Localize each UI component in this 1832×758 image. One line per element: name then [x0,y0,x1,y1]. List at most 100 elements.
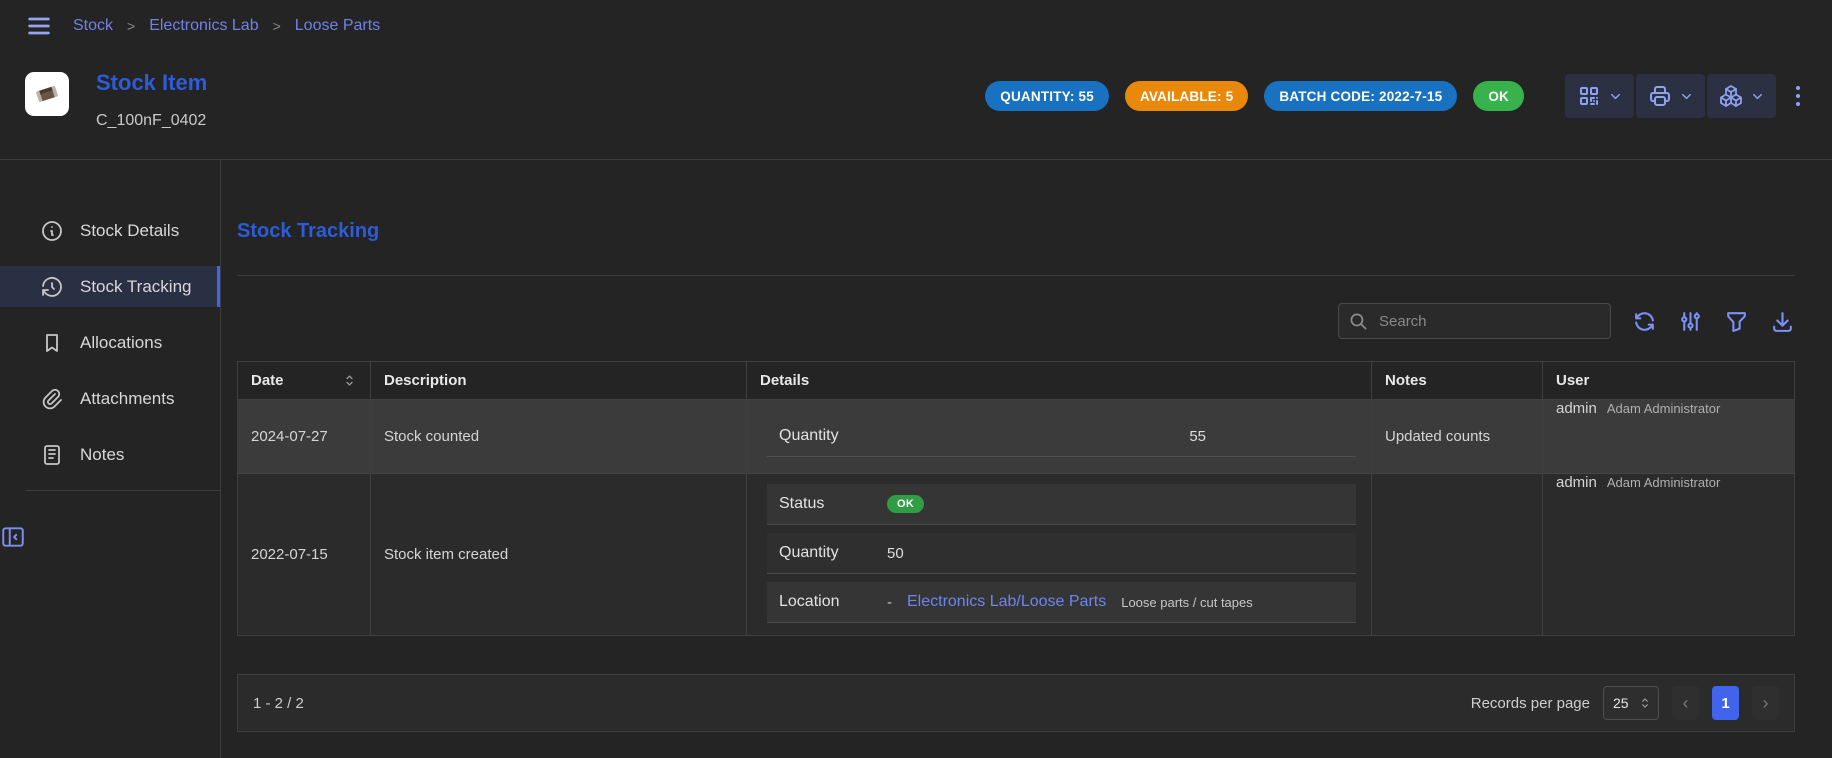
bookmark-icon [40,331,64,355]
breadcrumb-link-loose-parts[interactable]: Loose Parts [295,17,380,35]
user-full-name: Adam Administrator [1607,401,1720,416]
details-cell: Quantity 55 [746,400,1371,473]
sidebar-item-attachments[interactable]: Attachments [0,378,220,419]
sort-icon[interactable] [342,373,357,388]
page-header: Stock Item C_100nF_0402 QUANTITY: 55 AVA… [0,52,1832,160]
quantity-badge: QUANTITY: 55 [985,81,1109,111]
table-row[interactable]: 2024-07-27 Stock counted Quantity 55 Upd… [238,400,1794,473]
location-dash: - [887,594,892,611]
record-range-label: 1 - 2 / 2 [253,695,304,712]
filter-icon[interactable] [1724,309,1749,334]
user-cell: admin Adam Administrator [1542,474,1794,635]
breadcrumb-bar: Stock > Electronics Lab > Loose Parts [0,0,1832,52]
qr-code-icon [1577,84,1601,108]
download-icon[interactable] [1770,309,1795,334]
user-full-name: Adam Administrator [1607,475,1720,490]
breadcrumb-separator: > [273,18,281,34]
status-ok-badge: OK [1473,81,1524,111]
breadcrumb: Stock > Electronics Lab > Loose Parts [73,17,380,35]
detail-key: Location [767,593,887,611]
sidebar-item-notes[interactable]: Notes [0,434,220,475]
section-divider [237,275,1795,276]
column-header-description[interactable]: Description [370,362,746,399]
barcode-actions-button[interactable] [1565,74,1634,118]
table-toolbar [237,303,1795,339]
detail-key: Status [767,495,887,513]
detail-value: 50 [887,545,904,562]
records-per-page-value: 25 [1613,695,1629,711]
status-ok-mini-badge: OK [887,495,924,513]
page-1-button[interactable]: 1 [1712,686,1739,720]
detail-value: 55 [887,428,1356,445]
search-icon [1349,312,1368,331]
sidebar-item-stock-tracking[interactable]: Stock Tracking [0,266,220,307]
sidebar-divider [26,490,220,491]
sidebar-item-label: Stock Details [80,221,179,241]
table-row[interactable]: 2022-07-15 Stock item created Status OK … [238,473,1794,636]
stock-packages-icon [1719,84,1743,108]
sidebar-item-allocations[interactable]: Allocations [0,322,220,363]
selector-icon [1638,696,1652,710]
more-options-kebab-icon[interactable] [1790,82,1806,110]
info-icon [40,219,64,243]
stock-tracking-table: Date Description Details Notes User 2024… [237,361,1795,636]
sidebar-item-label: Stock Tracking [80,277,192,297]
sidebar-collapse-icon[interactable] [0,524,220,550]
user-cell: admin Adam Administrator [1542,400,1794,473]
next-page-button[interactable]: › [1752,686,1779,720]
username: admin [1556,400,1597,417]
sidebar-item-label: Attachments [80,389,175,409]
notes-cell: Updated counts [1371,400,1542,473]
pagination-bar: 1 - 2 / 2 Records per page 25 ‹ 1 › [237,674,1795,732]
chevron-down-icon [1750,89,1765,104]
refresh-icon[interactable] [1632,309,1657,334]
breadcrumb-link-stock[interactable]: Stock [73,17,113,35]
column-header-user[interactable]: User [1542,362,1794,399]
capacitor-image [27,74,67,114]
detail-key: Quantity [767,544,887,562]
details-cell: Status OK Quantity 50 Location - Electro… [746,474,1371,635]
page-subtitle: C_100nF_0402 [96,112,207,130]
adjustments-icon[interactable] [1678,309,1703,334]
detail-location-row: Location - Electronics Lab/Loose Parts L… [767,582,1356,623]
previous-page-button[interactable]: ‹ [1672,686,1699,720]
sidebar-item-stock-details[interactable]: Stock Details [0,210,220,251]
search-box [1338,303,1611,339]
column-header-date[interactable]: Date [238,362,370,399]
sidebar: Stock Details Stock Tracking Allocations… [0,160,221,758]
date-cell: 2022-07-15 [238,474,370,635]
print-actions-button[interactable] [1636,74,1705,118]
table-header-row: Date Description Details Notes User [238,361,1794,400]
paperclip-icon [40,387,64,411]
breadcrumb-separator: > [127,18,135,34]
available-badge: AVAILABLE: 5 [1125,81,1248,111]
chevron-down-icon [1679,89,1694,104]
detail-status-row: Status OK [767,484,1356,525]
breadcrumb-link-electronics-lab[interactable]: Electronics Lab [149,17,258,35]
printer-icon [1648,84,1672,108]
header-actions [1565,74,1806,118]
chevron-down-icon [1608,89,1623,104]
main-panel: Stock Tracking [221,160,1832,758]
part-thumbnail[interactable] [25,72,69,116]
page-title: Stock Item [96,70,207,96]
search-input[interactable] [1377,312,1600,331]
column-header-details: Details [746,362,1371,399]
detail-quantity-row: Quantity 50 [767,533,1356,574]
column-header-notes[interactable]: Notes [1371,362,1542,399]
username: admin [1556,474,1597,491]
menu-hamburger-icon[interactable] [25,12,53,40]
notes-cell [1371,474,1542,635]
location-link[interactable]: Electronics Lab/Loose Parts [907,593,1106,611]
description-cell: Stock item created [370,474,746,635]
header-badges: QUANTITY: 55 AVAILABLE: 5 BATCH CODE: 20… [985,81,1524,111]
records-per-page-label: Records per page [1471,695,1590,712]
stock-actions-button[interactable] [1707,74,1776,118]
records-per-page-select[interactable]: 25 [1603,686,1659,720]
notes-icon [40,443,64,467]
detail-key: Quantity [767,427,887,445]
batch-code-badge: BATCH CODE: 2022-7-15 [1264,81,1457,111]
date-cell: 2024-07-27 [238,400,370,473]
section-title: Stock Tracking [237,220,1795,243]
sidebar-item-label: Notes [80,445,124,465]
